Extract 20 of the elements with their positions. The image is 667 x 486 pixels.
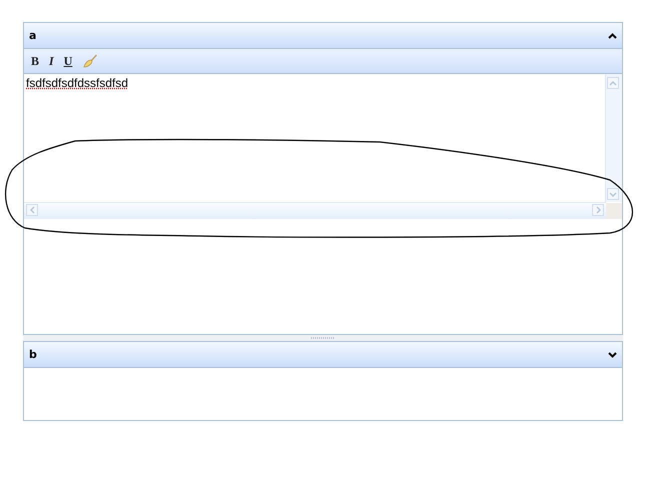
bold-button[interactable]: B — [28, 52, 42, 70]
scroll-down-button[interactable] — [607, 188, 619, 200]
underline-button[interactable]: U — [60, 52, 76, 70]
caret-down-icon — [609, 192, 617, 196]
scrollbar-corner — [606, 203, 622, 219]
panel-title: b — [29, 348, 37, 361]
italic-button[interactable]: I — [46, 52, 57, 70]
horizontal-scrollbar[interactable] — [24, 202, 606, 219]
panel-title: a — [29, 29, 36, 42]
caret-left-icon — [30, 206, 34, 214]
scroll-right-button[interactable] — [592, 204, 604, 216]
vertical-scrollbar[interactable] — [605, 74, 622, 202]
caret-right-icon — [596, 206, 600, 214]
scroll-up-button[interactable] — [607, 77, 619, 89]
chevron-down-icon[interactable] — [608, 352, 617, 358]
scroll-left-button[interactable] — [26, 204, 38, 216]
caret-up-icon — [609, 80, 617, 86]
editor-text[interactable]: fsdfsdfsdfdssfsdfsd — [26, 76, 128, 90]
splitter-handle-icon[interactable] — [311, 336, 335, 340]
chevron-up-icon[interactable] — [608, 32, 617, 38]
